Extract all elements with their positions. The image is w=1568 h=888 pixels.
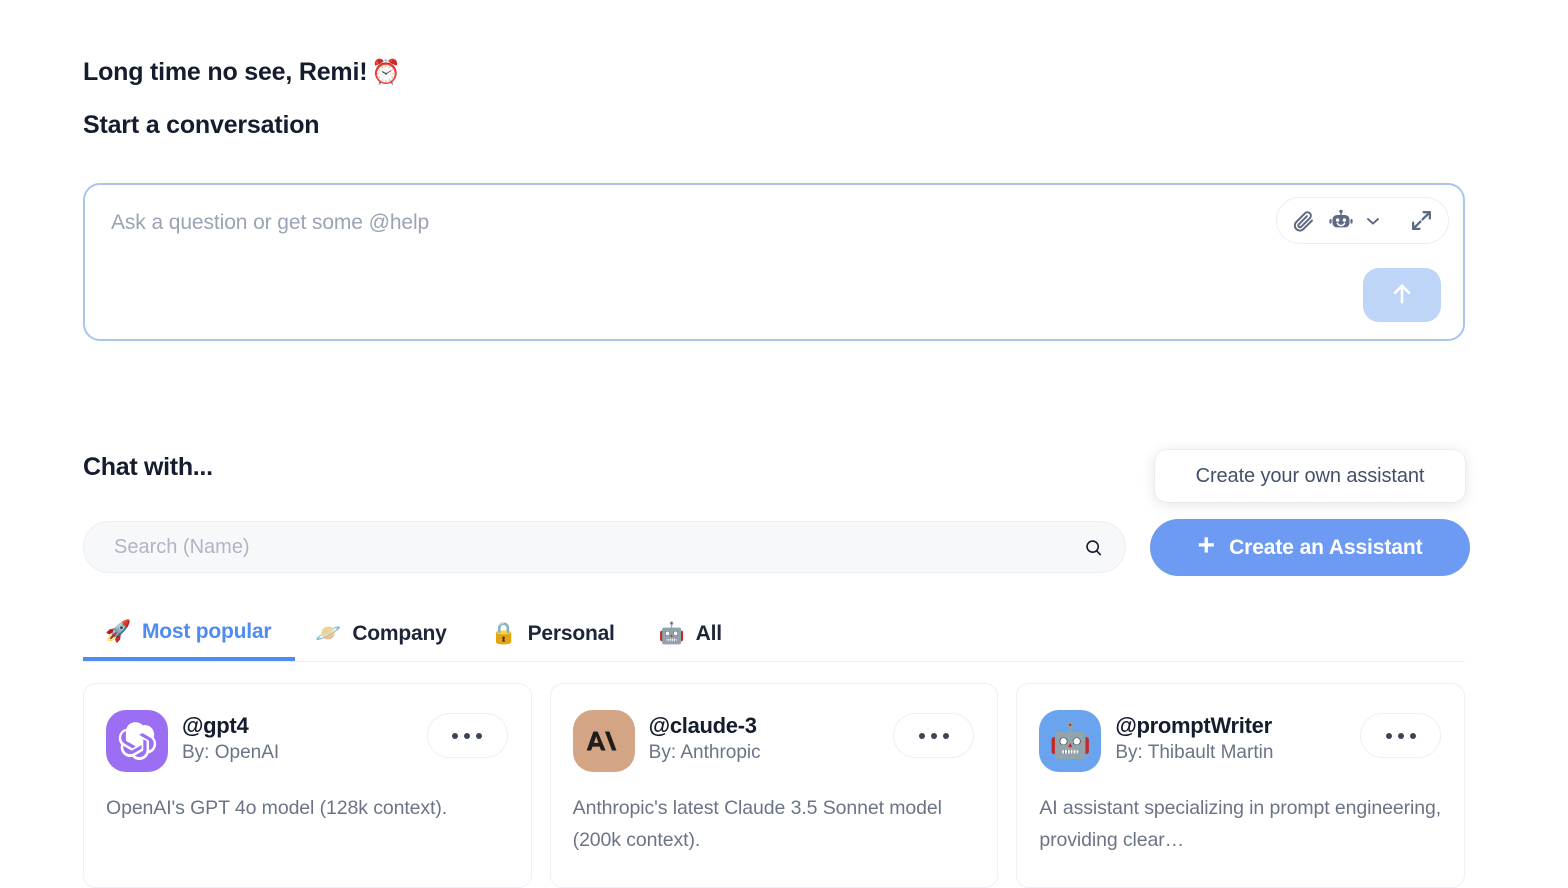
avatar	[572, 710, 635, 772]
plus-icon: +	[1197, 529, 1216, 562]
tab-all[interactable]: 🤖 All	[639, 606, 746, 661]
tab-label: Personal	[527, 621, 615, 645]
dot	[1397, 732, 1404, 739]
dot	[1409, 732, 1416, 739]
card-identity: @promptWriter By: Thibault Martin	[1115, 710, 1273, 764]
assistant-handle: @gpt4	[182, 713, 249, 738]
tab-personal[interactable]: 🔒 Personal	[471, 606, 639, 661]
expand-arrows-icon[interactable]	[1409, 208, 1434, 233]
assistant-handle: @claude-3	[648, 713, 757, 738]
alarm-clock-icon: ⏰	[371, 59, 402, 86]
composer-toolbar	[1276, 197, 1449, 244]
planet-icon: 🪐	[315, 622, 342, 645]
avatar: 🤖	[1039, 710, 1102, 772]
chevron-down-icon[interactable]	[1364, 212, 1382, 230]
message-composer[interactable]: Ask a question or get some @help	[83, 183, 1465, 341]
anthropic-logo-icon	[586, 731, 617, 751]
card-identity: @gpt4 By: OpenAI	[182, 710, 279, 764]
greeting-text: Long time no see, Remi!	[83, 58, 368, 86]
card-more-options-button[interactable]	[426, 713, 508, 758]
dot	[942, 732, 949, 739]
assistant-author: By: Anthropic	[648, 742, 761, 763]
greeting-heading: Long time no see, Remi! ⏰	[83, 58, 401, 87]
create-assistant-label: Create an Assistant	[1229, 535, 1423, 559]
dot	[476, 732, 483, 739]
assistant-description: AI assistant specializing in prompt engi…	[1039, 797, 1442, 852]
tab-label: Most popular	[141, 619, 272, 643]
chat-home-page: Long time no see, Remi! ⏰ Start a convers…	[0, 0, 1568, 888]
assistant-card-list: @gpt4 By: OpenAI OpenAI's GPT 4o model (…	[83, 683, 1466, 888]
tab-most-popular[interactable]: 🚀 Most popular	[83, 606, 296, 661]
tab-label: All	[695, 621, 722, 645]
create-assistant-tooltip: Create your own assistant	[1155, 450, 1465, 502]
dot	[452, 732, 459, 739]
openai-logo-icon	[118, 722, 157, 761]
chat-with-title: Chat with...	[83, 453, 213, 481]
assistant-handle: @promptWriter	[1115, 713, 1272, 738]
avatar	[106, 710, 168, 772]
dot	[918, 732, 925, 739]
composer-placeholder[interactable]: Ask a question or get some @help	[111, 211, 429, 235]
assistant-search-bar[interactable]	[83, 521, 1126, 573]
assistant-author: By: OpenAI	[182, 742, 280, 763]
search-input[interactable]	[112, 522, 1062, 572]
assistant-description: OpenAI's GPT 4o model (128k context).	[106, 797, 448, 819]
card-more-options-button[interactable]	[1360, 713, 1442, 758]
card-identity: @claude-3 By: Anthropic	[649, 710, 761, 764]
arrow-up-icon	[1388, 280, 1416, 311]
robot-emoji-icon: 🤖	[1049, 722, 1092, 760]
robot-icon[interactable]	[1328, 208, 1354, 234]
search-icon[interactable]	[1077, 531, 1111, 565]
robot-icon: 🤖	[658, 622, 685, 645]
tab-label: Company	[352, 621, 447, 645]
assistant-description: Anthropic's latest Claude 3.5 Sonnet mod…	[572, 797, 942, 852]
assistant-card[interactable]: @gpt4 By: OpenAI OpenAI's GPT 4o model (…	[83, 683, 532, 888]
assistant-card[interactable]: @claude-3 By: Anthropic Anthropic's late…	[549, 683, 999, 888]
dot	[464, 732, 471, 739]
lock-icon: 🔒	[490, 622, 517, 645]
page-subheading: Start a conversation	[83, 111, 320, 139]
tab-company[interactable]: 🪐 Company	[295, 606, 470, 661]
card-more-options-button[interactable]	[893, 713, 975, 758]
paperclip-icon[interactable]	[1291, 209, 1315, 233]
dot	[1385, 732, 1392, 739]
tooltip-text: Create your own assistant	[1195, 464, 1425, 487]
rocket-icon: 🚀	[105, 620, 131, 643]
create-assistant-button[interactable]: + Create an Assistant	[1150, 519, 1470, 576]
assistant-card[interactable]: 🤖 @promptWriter By: Thibault Martin AI a…	[1016, 683, 1466, 888]
send-button[interactable]	[1363, 268, 1441, 322]
assistant-filter-tabs: 🚀 Most popular 🪐 Company 🔒 Personal 🤖 Al…	[83, 606, 1465, 662]
assistant-author: By: Thibault Martin	[1115, 742, 1274, 763]
dot	[930, 732, 937, 739]
